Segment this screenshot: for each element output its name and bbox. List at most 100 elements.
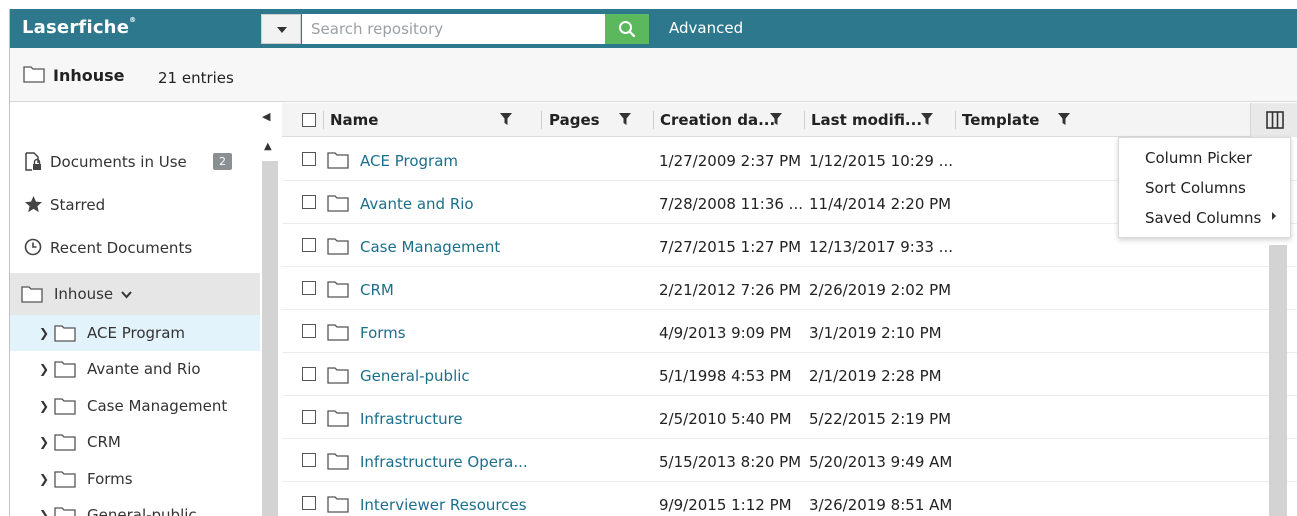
creation-date: 7/28/2008 11:36 ... (659, 195, 803, 213)
creation-date: 4/9/2013 9:09 PM (659, 324, 792, 342)
logo-mark: ® (129, 16, 137, 24)
select-all-checkbox[interactable] (302, 113, 316, 127)
column-header-creation-date[interactable]: Creation da... (660, 103, 800, 137)
page-title: Inhouse (53, 66, 125, 85)
entry-name-link[interactable]: CRM (360, 281, 394, 299)
search-input[interactable] (302, 14, 605, 44)
filter-icon[interactable] (770, 113, 782, 126)
chevron-right-icon[interactable]: ❯ (39, 326, 49, 340)
logo-text: Laserfiche (22, 17, 130, 38)
menu-item-sort-columns[interactable]: Sort Columns (1145, 179, 1246, 197)
folder-icon (54, 507, 76, 516)
column-separator (653, 111, 654, 129)
entry-name-link[interactable]: Interviewer Resources (360, 496, 527, 514)
column-label: Name (330, 111, 379, 129)
row-checkbox[interactable] (302, 195, 316, 209)
chevron-right-icon[interactable]: ❯ (39, 435, 49, 449)
column-header-last-modified[interactable]: Last modifi... (811, 103, 951, 137)
row-checkbox[interactable] (302, 496, 316, 510)
folder-icon (327, 367, 349, 384)
folder-icon (54, 434, 76, 451)
entry-name-link[interactable]: Infrastructure Opera... (360, 453, 528, 471)
tree-label: CRM (87, 433, 121, 451)
column-header-pages[interactable]: Pages (549, 103, 649, 137)
tree-item[interactable]: ❯ CRM (10, 424, 260, 460)
column-picker-button[interactable] (1250, 103, 1297, 137)
search-icon (619, 21, 636, 38)
nav-scrollbar[interactable] (262, 161, 278, 516)
folder-header: Inhouse 21 entries (10, 48, 1297, 102)
folder-icon (327, 496, 349, 513)
tree-item[interactable]: ❯ Avante and Rio (10, 351, 260, 387)
column-header-name[interactable]: Name (330, 103, 540, 137)
filter-icon[interactable] (619, 113, 631, 126)
search-button[interactable] (605, 14, 649, 44)
chevron-right-icon[interactable]: ❯ (39, 362, 49, 376)
menu-item-column-picker[interactable]: Column Picker (1145, 149, 1252, 167)
filter-icon[interactable] (1058, 113, 1070, 126)
clock-icon (24, 238, 42, 256)
column-separator (323, 111, 324, 129)
column-separator (541, 111, 542, 129)
table-row[interactable]: General-public 5/1/1998 4:53 PM 2/1/2019… (282, 353, 1297, 396)
folder-icon (21, 286, 43, 303)
grid-scrollbar[interactable] (1269, 245, 1287, 516)
column-label: Last modifi... (811, 111, 923, 129)
tree-item[interactable]: ❯ General-public (10, 497, 260, 516)
folder-icon (327, 238, 349, 255)
scroll-up-arrow-icon[interactable]: ▲ (264, 141, 272, 152)
row-checkbox[interactable] (302, 238, 316, 252)
entry-name-link[interactable]: General-public (360, 367, 470, 385)
table-row[interactable]: Infrastructure 2/5/2010 5:40 PM 5/22/201… (282, 396, 1297, 439)
chevron-right-icon[interactable]: ❯ (39, 472, 49, 486)
folder-icon (327, 410, 349, 427)
advanced-search-link[interactable]: Advanced (669, 19, 743, 37)
nav-recent-documents[interactable]: Recent Documents (10, 227, 260, 267)
search-scope-dropdown[interactable] (261, 14, 301, 44)
chevron-right-icon[interactable]: ❯ (39, 508, 49, 516)
entry-name-link[interactable]: Infrastructure (360, 410, 463, 428)
row-checkbox[interactable] (302, 410, 316, 424)
folder-icon (327, 195, 349, 212)
row-checkbox[interactable] (302, 152, 316, 166)
row-checkbox[interactable] (302, 281, 316, 295)
menu-item-saved-columns[interactable]: Saved Columns (1145, 209, 1261, 227)
entry-name-link[interactable]: ACE Program (360, 152, 458, 170)
table-row[interactable]: Forms 4/9/2013 9:09 PM 3/1/2019 2:10 PM (282, 310, 1297, 353)
row-checkbox[interactable] (302, 453, 316, 467)
tree-item[interactable]: ❯ ACE Program (10, 315, 260, 351)
nav-starred[interactable]: Starred (10, 184, 260, 224)
last-modified-date: 3/26/2019 8:51 AM (809, 496, 953, 514)
chevron-right-icon[interactable]: ❯ (39, 399, 49, 413)
app-window: Laserfiche® Advanced Inhouse 21 entries … (9, 9, 1297, 516)
nav-documents-in-use[interactable]: Documents in Use 2 (10, 141, 260, 181)
laserfiche-logo[interactable]: Laserfiche® (22, 16, 137, 38)
collapse-nav-icon[interactable]: ◀ (262, 110, 270, 123)
filter-icon[interactable] (921, 113, 933, 126)
folder-icon (54, 325, 76, 342)
last-modified-date: 5/20/2013 9:49 AM (809, 453, 953, 471)
table-row[interactable]: Infrastructure Opera... 5/15/2013 8:20 P… (282, 439, 1297, 482)
row-checkbox[interactable] (302, 367, 316, 381)
column-label: Pages (549, 111, 600, 129)
last-modified-date: 2/1/2019 2:28 PM (809, 367, 942, 385)
filter-icon[interactable] (500, 113, 512, 126)
table-row[interactable]: Interviewer Resources 9/9/2015 1:12 PM 3… (282, 482, 1297, 516)
tree-item[interactable]: ❯ Forms (10, 461, 260, 497)
entry-name-link[interactable]: Case Management (360, 238, 500, 256)
tree-item[interactable]: ❯ Case Management (10, 388, 260, 424)
row-checkbox[interactable] (302, 324, 316, 338)
column-separator (955, 111, 956, 129)
creation-date: 5/1/1998 4:53 PM (659, 367, 792, 385)
column-options-menu: Column Picker Sort Columns Saved Columns (1118, 137, 1291, 238)
creation-date: 2/21/2012 7:26 PM (659, 281, 802, 299)
grid-header: Name Pages Creation da... Last modifi...… (282, 103, 1297, 137)
table-row[interactable]: CRM 2/21/2012 7:26 PM 2/26/2019 2:02 PM (282, 267, 1297, 310)
folder-icon (54, 471, 76, 488)
nav-current-folder[interactable]: Inhouse (10, 273, 260, 315)
column-header-template[interactable]: Template (962, 103, 1102, 137)
entry-name-link[interactable]: Avante and Rio (360, 195, 474, 213)
entry-name-link[interactable]: Forms (360, 324, 406, 342)
column-label: Creation da... (660, 111, 776, 129)
nav-label: Inhouse (54, 285, 114, 303)
